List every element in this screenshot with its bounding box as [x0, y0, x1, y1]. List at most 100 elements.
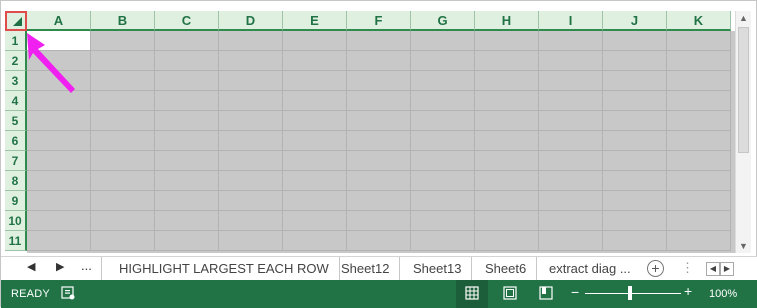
cell-k3[interactable] [667, 71, 731, 91]
minus-icon[interactable]: − [571, 284, 579, 300]
triangle-up-icon[interactable]: ▲ [736, 11, 751, 25]
cell-c9[interactable] [155, 191, 219, 211]
cell-h7[interactable] [475, 151, 539, 171]
cell-i5[interactable] [539, 111, 603, 131]
cell-b11[interactable] [91, 231, 155, 251]
cell-j11[interactable] [603, 231, 667, 251]
row-header-11[interactable]: 11 [5, 231, 27, 251]
cell-h2[interactable] [475, 51, 539, 71]
cell-g9[interactable] [411, 191, 475, 211]
cell-g4[interactable] [411, 91, 475, 111]
tab-extract-diag[interactable]: extract diag ... [539, 257, 641, 280]
cell-b8[interactable] [91, 171, 155, 191]
cell-h4[interactable] [475, 91, 539, 111]
tab-highlight-largest-each-row[interactable]: HIGHLIGHT LARGEST EACH ROW [109, 257, 340, 280]
macro-record-icon[interactable] [61, 286, 75, 300]
zoom-level[interactable]: 100% [709, 288, 737, 300]
cell-j8[interactable] [603, 171, 667, 191]
cell-j2[interactable] [603, 51, 667, 71]
cell-f2[interactable] [347, 51, 411, 71]
cell-h11[interactable] [475, 231, 539, 251]
cell-f6[interactable] [347, 131, 411, 151]
cell-f7[interactable] [347, 151, 411, 171]
add-sheet-button[interactable]: + [647, 260, 664, 277]
row-header-7[interactable]: 7 [5, 151, 27, 171]
cell-d3[interactable] [219, 71, 283, 91]
cell-i1[interactable] [539, 31, 603, 51]
cell-e1[interactable] [283, 31, 347, 51]
cell-i7[interactable] [539, 151, 603, 171]
cell-d1[interactable] [219, 31, 283, 51]
cell-b1[interactable] [91, 31, 155, 51]
cell-f4[interactable] [347, 91, 411, 111]
cell-d2[interactable] [219, 51, 283, 71]
cell-c10[interactable] [155, 211, 219, 231]
cell-c1[interactable] [155, 31, 219, 51]
grid-view-icon[interactable] [465, 286, 479, 300]
cell-e9[interactable] [283, 191, 347, 211]
cell-j5[interactable] [603, 111, 667, 131]
zoom-slider-track[interactable] [585, 293, 681, 294]
row-header-5[interactable]: 5 [5, 111, 27, 131]
cell-a6[interactable] [27, 131, 91, 151]
caret-left-icon[interactable]: ◀ [27, 260, 35, 273]
row-header-9[interactable]: 9 [5, 191, 27, 211]
cell-g2[interactable] [411, 51, 475, 71]
cell-c7[interactable] [155, 151, 219, 171]
cell-e11[interactable] [283, 231, 347, 251]
cell-b4[interactable] [91, 91, 155, 111]
page-break-icon[interactable] [539, 286, 553, 300]
column-header-f[interactable]: F [347, 11, 411, 31]
cell-c5[interactable] [155, 111, 219, 131]
cell-e2[interactable] [283, 51, 347, 71]
tab-splitter[interactable]: ⋮ [681, 260, 694, 276]
column-header-h[interactable]: H [475, 11, 539, 31]
cell-d6[interactable] [219, 131, 283, 151]
cell-d5[interactable] [219, 111, 283, 131]
cell-j1[interactable] [603, 31, 667, 51]
cell-k6[interactable] [667, 131, 731, 151]
cell-i4[interactable] [539, 91, 603, 111]
cell-b6[interactable] [91, 131, 155, 151]
cell-e4[interactable] [283, 91, 347, 111]
column-header-c[interactable]: C [155, 11, 219, 31]
cell-c8[interactable] [155, 171, 219, 191]
tabs-ellipsis[interactable]: ... [81, 258, 92, 273]
row-header-8[interactable]: 8 [5, 171, 27, 191]
cell-k2[interactable] [667, 51, 731, 71]
cell-a11[interactable] [27, 231, 91, 251]
cell-i10[interactable] [539, 211, 603, 231]
triangle-down-icon[interactable]: ▼ [736, 239, 751, 253]
vertical-scrollbar[interactable]: ▲ ▼ [735, 11, 751, 253]
cell-j10[interactable] [603, 211, 667, 231]
plus-icon[interactable]: + [684, 283, 692, 299]
cell-c11[interactable] [155, 231, 219, 251]
cell-a7[interactable] [27, 151, 91, 171]
column-header-e[interactable]: E [283, 11, 347, 31]
cell-h10[interactable] [475, 211, 539, 231]
column-header-b[interactable]: B [91, 11, 155, 31]
cell-b5[interactable] [91, 111, 155, 131]
cell-j7[interactable] [603, 151, 667, 171]
column-header-j[interactable]: J [603, 11, 667, 31]
cell-e5[interactable] [283, 111, 347, 131]
cell-b7[interactable] [91, 151, 155, 171]
cell-h3[interactable] [475, 71, 539, 91]
cell-b9[interactable] [91, 191, 155, 211]
cell-i6[interactable] [539, 131, 603, 151]
cell-e3[interactable] [283, 71, 347, 91]
cell-f3[interactable] [347, 71, 411, 91]
cell-d7[interactable] [219, 151, 283, 171]
scroll-left-icon[interactable]: ◀ [706, 262, 720, 276]
cell-f10[interactable] [347, 211, 411, 231]
cell-g7[interactable] [411, 151, 475, 171]
row-header-10[interactable]: 10 [5, 211, 27, 231]
cell-j6[interactable] [603, 131, 667, 151]
cell-g10[interactable] [411, 211, 475, 231]
cell-h6[interactable] [475, 131, 539, 151]
cell-g11[interactable] [411, 231, 475, 251]
cell-k11[interactable] [667, 231, 731, 251]
cell-j4[interactable] [603, 91, 667, 111]
cell-f11[interactable] [347, 231, 411, 251]
cell-k5[interactable] [667, 111, 731, 131]
